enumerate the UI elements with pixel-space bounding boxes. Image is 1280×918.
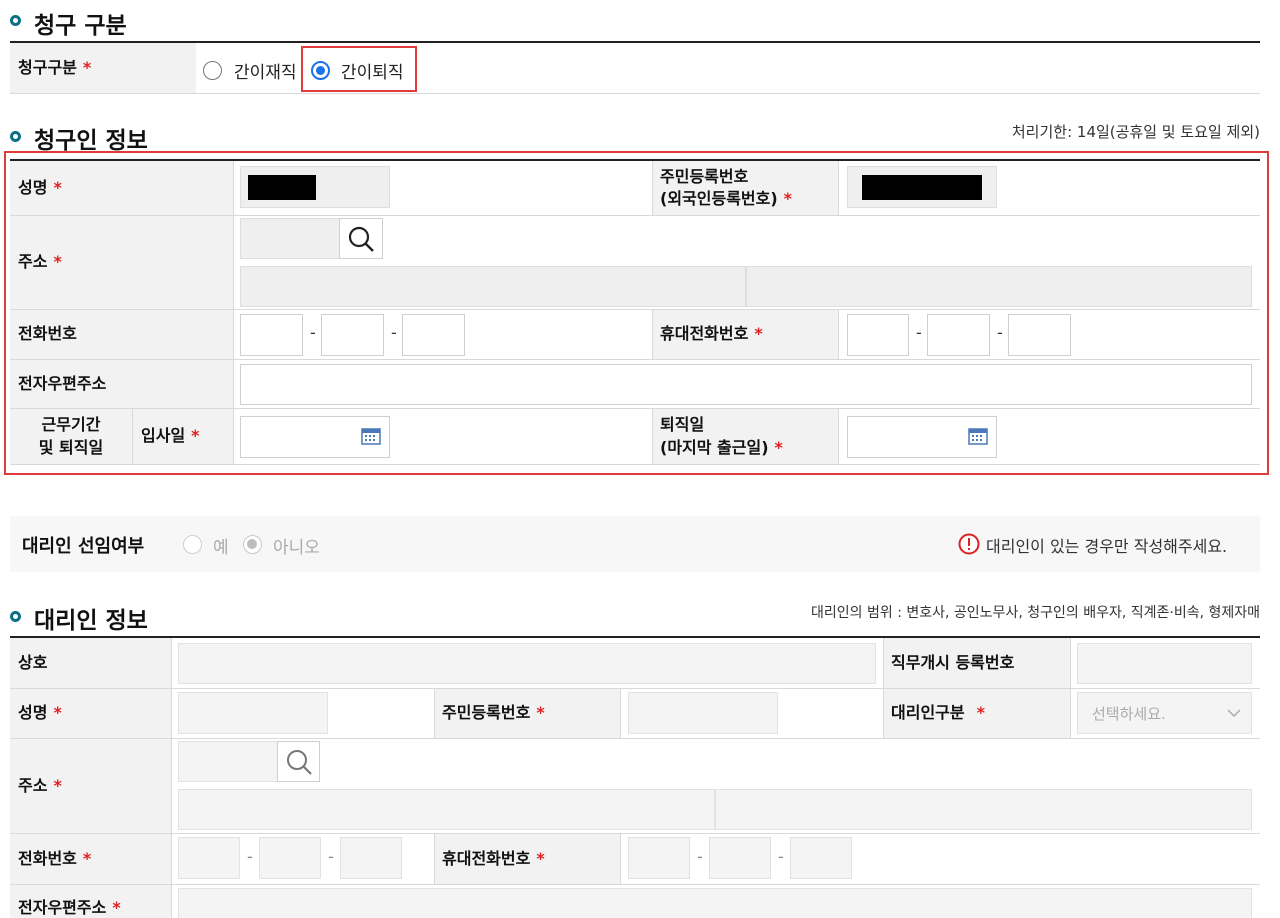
search-icon: [286, 749, 312, 775]
agent-email-label: 전자우편주소 *: [10, 885, 171, 918]
agent-scope-note: 대리인의 범위 : 변호사, 공인노무사, 청구인의 배우자, 직계존·비속, …: [811, 605, 1260, 621]
calendar-icon[interactable]: [968, 427, 988, 445]
claimant-phone-2[interactable]: [321, 314, 384, 356]
claimant-mobile-label: 휴대전화번호 *: [652, 310, 838, 359]
agent-address-label: 주소 *: [10, 739, 171, 833]
claimant-rrn-label: 주민등록번호 (외국인등록번호) *: [652, 161, 838, 215]
radio-claim-retired[interactable]: [311, 61, 330, 80]
masked-name: [248, 175, 316, 200]
agent-phone-1[interactable]: [178, 837, 240, 879]
processing-deadline-note: 처리기한: 14일(공휴일 및 토요일 제외): [1011, 123, 1260, 141]
agent-type-label: 대리인구분 *: [883, 689, 1070, 738]
claimant-phone-3[interactable]: [402, 314, 465, 356]
section-divider: [10, 41, 1260, 43]
claimant-address-label: 주소 *: [10, 216, 233, 309]
agent-mobile-2[interactable]: [709, 837, 771, 879]
agent-type-select[interactable]: 선택하세요.: [1077, 692, 1252, 734]
agent-company-field[interactable]: [178, 643, 876, 684]
agent-phone-3[interactable]: [340, 837, 402, 879]
agent-address-search-button[interactable]: [277, 741, 320, 782]
claimant-zipcode-field[interactable]: [240, 218, 340, 259]
employment-period-label: 근무기간 및 퇴직일: [10, 409, 132, 464]
radio-claim-employed-label: 간이재직: [234, 63, 297, 83]
masked-rrn: [862, 175, 982, 200]
section-title-claim-type: 청구 구분: [34, 13, 127, 39]
section-bullet-icon: [10, 611, 21, 622]
agent-address-detail-field[interactable]: [715, 789, 1252, 830]
agent-mobile-3[interactable]: [790, 837, 852, 879]
claimant-name-label: 성명 *: [10, 161, 233, 215]
radio-claim-retired-label: 간이퇴직: [341, 63, 404, 83]
agent-zipcode-field[interactable]: [178, 741, 278, 782]
section-title-agent: 대리인 정보: [34, 608, 148, 634]
agent-mobile-label: 휴대전화번호 *: [434, 834, 620, 884]
leave-date-label: 퇴직일 (마지막 출근일) *: [652, 409, 838, 464]
claimant-email-label: 전자우편주소: [10, 360, 233, 408]
agent-select-label: 대리인 선임여부: [22, 536, 145, 557]
chevron-down-icon: [1227, 709, 1241, 718]
search-icon: [348, 226, 374, 252]
section-bullet-icon: [10, 15, 21, 26]
agent-email-field[interactable]: [178, 888, 1252, 918]
radio-agent-yes[interactable]: [183, 535, 202, 554]
agent-phone-label: 전화번호 *: [10, 834, 171, 884]
claimant-phone-label: 전화번호: [10, 310, 233, 359]
agent-reg-no-label: 직무개시 등록번호: [883, 638, 1070, 688]
claim-type-label: 청구구분 *: [10, 43, 196, 93]
agent-company-label: 상호: [10, 638, 171, 688]
claimant-address-detail-field[interactable]: [746, 266, 1252, 307]
join-date-label: 입사일 *: [133, 409, 233, 464]
agent-notice: 대리인이 있는 경우만 작성해주세요.: [986, 537, 1228, 556]
agent-name-field[interactable]: [178, 692, 328, 734]
claimant-mobile-2[interactable]: [927, 314, 990, 356]
section-title-claimant: 청구인 정보: [34, 128, 148, 154]
agent-name-label: 성명 *: [10, 689, 171, 738]
agent-reg-no-field[interactable]: [1077, 643, 1252, 684]
claimant-phone-1[interactable]: [240, 314, 303, 356]
claimant-mobile-1[interactable]: [847, 314, 909, 356]
radio-agent-no-label: 아니오: [273, 538, 320, 558]
calendar-icon[interactable]: [361, 427, 381, 445]
agent-rrn-field[interactable]: [628, 692, 778, 734]
agent-rrn-label: 주민등록번호 *: [434, 689, 620, 738]
radio-claim-employed[interactable]: [203, 61, 222, 80]
section-bullet-icon: [10, 131, 21, 142]
claimant-address-search-button[interactable]: [339, 218, 383, 259]
agent-mobile-1[interactable]: [628, 837, 690, 879]
agent-phone-2[interactable]: [259, 837, 321, 879]
claimant-email-field[interactable]: [240, 364, 1252, 405]
radio-agent-yes-label: 예: [213, 538, 229, 558]
claimant-address-field[interactable]: [240, 266, 746, 307]
radio-agent-no[interactable]: [243, 535, 262, 554]
alert-circle-icon: [958, 533, 980, 555]
agent-address-field[interactable]: [178, 789, 715, 830]
claimant-mobile-3[interactable]: [1008, 314, 1071, 356]
